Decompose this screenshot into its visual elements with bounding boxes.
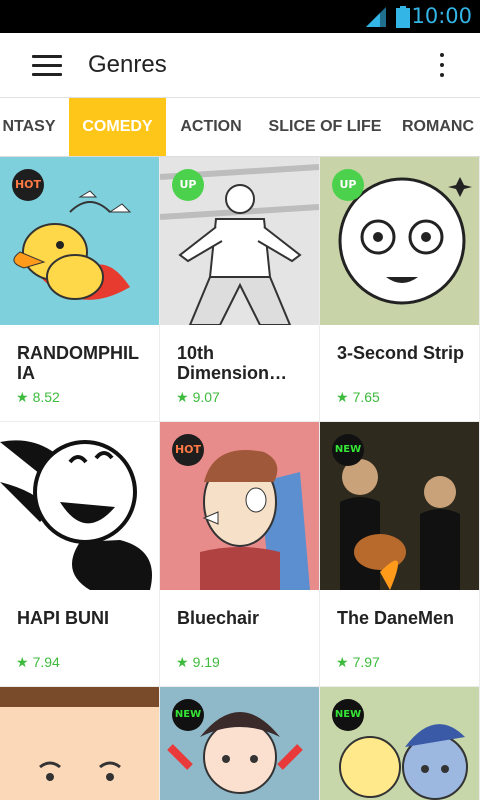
tab-action[interactable]: ACTION [172,98,250,156]
star-icon: ★ [176,389,189,405]
page-title: Genres [88,51,167,78]
star-icon: ★ [16,654,29,670]
comic-thumbnail: NEW [160,687,319,800]
comic-rating: ★ 9.07 [176,389,220,405]
app-bar: Genres [0,33,480,98]
comic-card[interactable]: NEW The DaneMen ★ 7.97 [320,422,479,686]
comic-card[interactable]: NEW [320,687,479,800]
comic-card[interactable] [0,687,159,800]
battery-icon [396,6,410,28]
comic-rating: ★ 7.65 [336,389,380,405]
star-icon: ★ [336,654,349,670]
comic-card[interactable]: HOT RANDOMPHIL IA ★ 8.52 [0,157,159,421]
comic-thumbnail: HOT [0,157,159,325]
comic-thumbnail: NEW [320,422,479,590]
star-icon: ★ [336,389,349,405]
comic-rating: ★ 8.52 [16,389,60,405]
hot-badge: HOT [172,434,204,466]
comic-rating: ★ 7.97 [336,654,380,670]
tab-comedy[interactable]: COMEDY [69,98,166,156]
comic-thumbnail [0,687,159,800]
comic-card[interactable]: UP 10th Dimension… ★ 9.07 [160,157,319,421]
comic-card[interactable]: UP 3-Second Strip ★ 7.65 [320,157,479,421]
comic-card[interactable]: NEW [160,687,319,800]
comic-thumbnail: HOT [160,422,319,590]
genre-tabs: NTASY COMEDY ACTION SLICE OF LIFE ROMANC [0,98,480,157]
comic-title: HAPI BUNI [17,608,110,628]
comic-rating: ★ 9.19 [176,654,220,670]
status-time: 10:00 [411,4,472,28]
new-badge: NEW [332,434,364,466]
comic-title: The DaneMen [337,608,455,628]
overflow-menu-icon[interactable] [426,47,458,83]
comic-card[interactable]: HOT Bluechair ★ 9.19 [160,422,319,686]
comic-thumbnail: UP [320,157,479,325]
up-badge: UP [172,169,204,201]
comic-title: 10th Dimension… [177,343,288,383]
new-badge: NEW [172,699,204,731]
star-icon: ★ [16,389,29,405]
comic-title: RANDOMPHIL IA [17,343,139,383]
status-bar: 10:00 [0,0,480,33]
new-badge: NEW [332,699,364,731]
signal-icon [366,7,386,27]
menu-icon[interactable] [26,47,70,83]
tab-slice-of-life[interactable]: SLICE OF LIFE [262,98,388,156]
comic-card[interactable]: HAPI BUNI ★ 7.94 [0,422,159,686]
comic-thumbnail [0,422,159,590]
tab-fantasy[interactable]: NTASY [0,98,60,156]
tab-romance[interactable]: ROMANC [402,98,480,156]
hot-badge: HOT [12,169,44,201]
comic-title: Bluechair [177,608,260,628]
comic-thumbnail: NEW [320,687,479,800]
comic-title: 3-Second Strip [337,343,465,363]
comic-thumbnail: UP [160,157,319,325]
up-badge: UP [332,169,364,201]
star-icon: ★ [176,654,189,670]
comic-rating: ★ 7.94 [16,654,60,670]
